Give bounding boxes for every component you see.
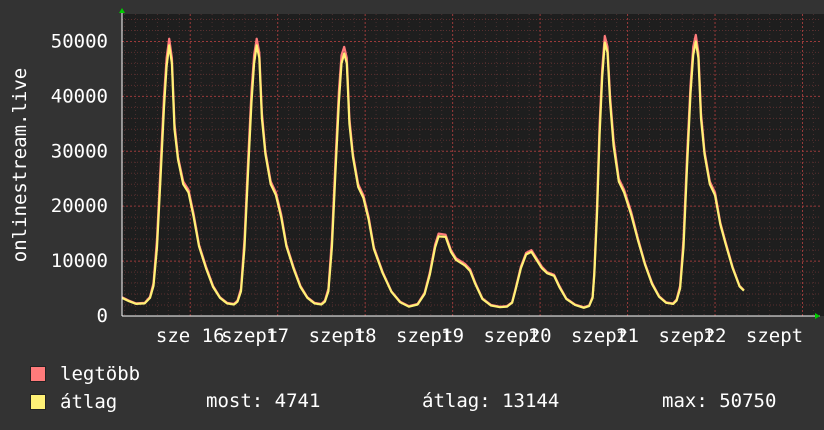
stat-current: most: 4741 [206,390,321,412]
x-tick-label: 17 [266,325,289,347]
legend-item-legtobb: legtöbb [30,362,140,386]
y-axis-title: onlinestream.live [9,68,31,262]
y-tick-label: 10000 [51,250,108,272]
y-tick-label: 0 [97,305,108,327]
y-axis-arrow [119,8,125,13]
plot-background [122,14,824,316]
x-tick-labels: sze 16szept17 szept18 szept19 szept20 szept2… [156,325,803,347]
x-tick-label: 19 [441,325,464,347]
x-tick-label: 20 [529,325,552,347]
y-tick-label: 40000 [51,85,108,107]
legend-swatch-atlag [30,394,46,410]
stat-max: max: 50750 [662,390,777,412]
y-tick-label: 20000 [51,195,108,217]
legend-item-atlag: átlag [30,390,117,414]
x-tick-label: 21 [616,325,639,347]
y-tick-label: 30000 [51,140,108,162]
y-tick-labels: 0 10000 20000 30000 40000 50000 [51,30,108,327]
y-tick-label: 50000 [51,30,108,52]
x-tick-label: 22 [704,325,727,347]
x-tick-label: szept [746,325,803,347]
legend-label-legtobb: legtöbb [60,363,141,385]
chart-stage: 0 10000 20000 30000 40000 50000 sze 16 szept 17… [0,0,824,430]
x-tick-label: 18 [354,325,377,347]
legend-swatch-legtobb [30,366,46,382]
x-tick-label: sze 16 [156,325,225,347]
legend-label-atlag: átlag [60,391,118,413]
stat-average: átlag: 13144 [422,390,560,412]
